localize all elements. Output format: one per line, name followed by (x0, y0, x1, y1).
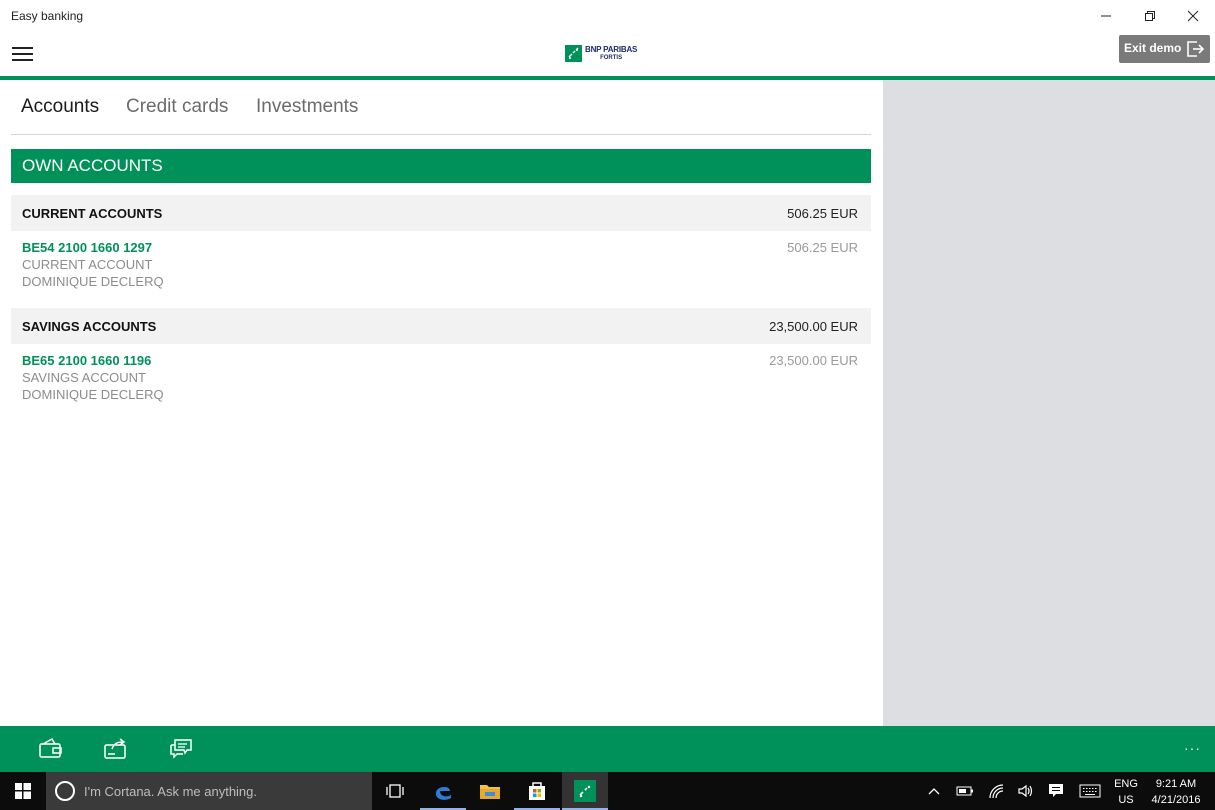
wifi-icon (989, 784, 1004, 799)
action-center-button[interactable] (1043, 772, 1069, 810)
tab-credit-cards[interactable]: Credit cards (126, 96, 228, 118)
section-title: OWN ACCOUNTS (22, 156, 163, 175)
group-savings-accounts[interactable]: SAVINGS ACCOUNTS 23,500.00 EUR (11, 308, 871, 344)
group-amount: 23,500.00 EUR (769, 319, 858, 334)
group-current-accounts[interactable]: CURRENT ACCOUNTS 506.25 EUR (11, 195, 871, 231)
account-number[interactable]: BE54 2100 1660 1297 (22, 240, 152, 255)
bottom-app-bar: ··· (0, 726, 1215, 772)
show-hidden-icons-button[interactable] (922, 772, 946, 810)
account-type: CURRENT ACCOUNT (22, 257, 153, 272)
speaker-icon (1018, 784, 1033, 798)
close-icon (1187, 10, 1199, 22)
app-header: BNP PARIBAS FORTIS Exit demo (0, 32, 1215, 76)
title-bar: Easy banking (0, 0, 1215, 32)
group-amount: 506.25 EUR (787, 206, 858, 221)
lang-line2: US (1118, 794, 1134, 806)
tab-accounts[interactable]: Accounts (21, 96, 99, 118)
volume-button[interactable] (1013, 772, 1039, 810)
folder-icon (480, 785, 500, 799)
side-panel (883, 80, 1215, 726)
own-accounts-header: OWN ACCOUNTS (11, 149, 871, 183)
group-label: SAVINGS ACCOUNTS (22, 319, 157, 334)
bnp-app-icon (574, 780, 596, 802)
hamburger-menu-button[interactable] (12, 45, 33, 63)
logo-mark-icon (565, 45, 582, 62)
contact-button[interactable] (168, 737, 194, 761)
cortana-search-box[interactable]: I'm Cortana. Ask me anything. (46, 772, 372, 810)
easy-banking-taskbar-button[interactable] (562, 772, 608, 810)
minimize-icon (1101, 15, 1111, 17)
task-view-icon (386, 784, 404, 798)
exit-demo-label: Exit demo (1124, 41, 1182, 55)
restore-icon (1145, 11, 1155, 21)
store-button[interactable] (514, 772, 560, 810)
bnp-paribas-fortis-logo: BNP PARIBAS FORTIS (565, 44, 637, 63)
store-bag-icon (529, 782, 545, 800)
input-language-indicator[interactable]: ENG US (1110, 776, 1142, 808)
clock-date: 4/21/2016 (1151, 794, 1201, 806)
logo-text-line2: FORTIS (600, 54, 623, 61)
start-button[interactable] (0, 772, 46, 810)
touch-keyboard-button[interactable] (1075, 772, 1105, 810)
battery-icon (956, 786, 973, 796)
app-title: Easy banking (11, 9, 84, 23)
tab-investments[interactable]: Investments (256, 96, 358, 118)
restore-button[interactable] (1128, 0, 1172, 32)
close-button[interactable] (1171, 0, 1215, 32)
account-type: SAVINGS ACCOUNT (22, 370, 147, 385)
lang-line1: ENG (1114, 778, 1138, 790)
chevron-up-icon (928, 788, 940, 795)
chat-icon (170, 739, 192, 759)
account-row[interactable]: BE65 2100 1660 1196 SAVINGS ACCOUNT DOMI… (11, 344, 871, 410)
battery-button[interactable] (952, 772, 978, 810)
notification-icon (1049, 784, 1063, 797)
transfer-button[interactable] (103, 737, 129, 761)
edge-browser-icon (435, 787, 451, 800)
account-holder: DOMINIQUE DECLERQ (22, 274, 164, 289)
account-row[interactable]: BE54 2100 1660 1297 CURRENT ACCOUNT DOMI… (11, 231, 871, 297)
clock-time: 9:21 AM (1155, 778, 1197, 790)
minimize-button[interactable] (1084, 0, 1128, 32)
tab-bar: Accounts Credit cards Investments (11, 80, 871, 135)
logo-text-line1: BNP PARIBAS (585, 44, 638, 54)
taskbar-clock[interactable]: 9:21 AM 4/21/2016 (1146, 776, 1206, 808)
windows-taskbar: I'm Cortana. Ask me anything. ENG US 9:2… (0, 772, 1215, 810)
exit-icon (1187, 41, 1205, 57)
network-button[interactable] (984, 772, 1010, 810)
cortana-icon (55, 781, 75, 801)
keyboard-icon (1079, 784, 1101, 798)
account-holder: DOMINIQUE DECLERQ (22, 387, 164, 402)
transfer-icon (104, 738, 126, 759)
more-options-button[interactable]: ··· (1184, 740, 1201, 756)
wallet-icon (39, 737, 62, 758)
account-balance: 506.25 EUR (787, 240, 858, 255)
task-view-button[interactable] (372, 772, 418, 810)
edge-button[interactable] (420, 772, 466, 810)
account-balance: 23,500.00 EUR (769, 353, 858, 368)
hamburger-icon (12, 47, 33, 49)
group-label: CURRENT ACCOUNTS (22, 206, 163, 221)
windows-logo-icon (15, 783, 31, 799)
file-explorer-button[interactable] (467, 772, 513, 810)
wallet-button[interactable] (38, 737, 64, 761)
exit-demo-button[interactable]: Exit demo (1119, 35, 1210, 63)
search-placeholder: I'm Cortana. Ask me anything. (84, 784, 258, 799)
account-number[interactable]: BE65 2100 1660 1196 (22, 353, 151, 368)
